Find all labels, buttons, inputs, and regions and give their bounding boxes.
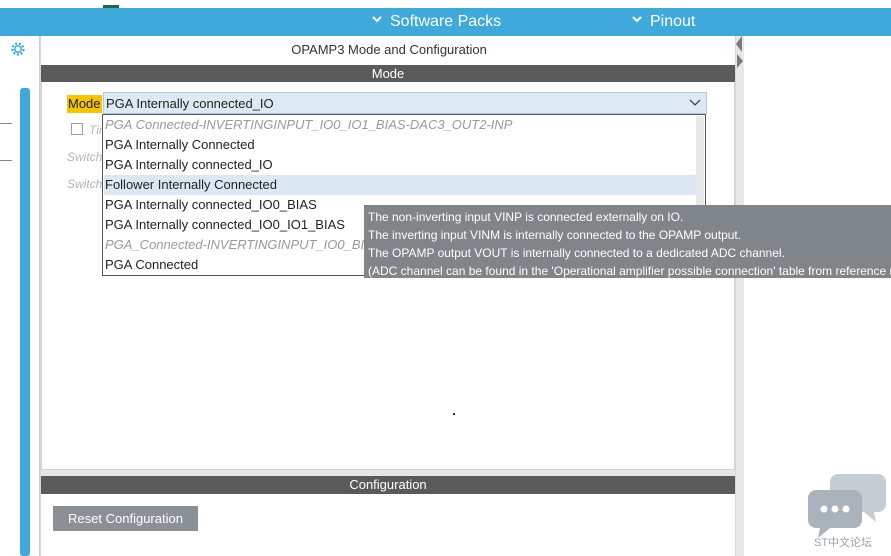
gear-icon[interactable] xyxy=(9,40,27,58)
mode-select[interactable]: PGA Internally connected_IO xyxy=(103,92,707,114)
dropdown-option[interactable]: PGA Internally connected_IO xyxy=(104,155,696,175)
menu-pinout[interactable]: Pinout xyxy=(632,8,695,36)
left-divider xyxy=(0,123,12,124)
dropdown-scrollbar[interactable] xyxy=(696,116,704,211)
dropdown-option[interactable]: PGA Internally Connected xyxy=(104,135,696,155)
mouse-cursor-dot xyxy=(453,413,455,415)
menu-software-packs-label: Software Packs xyxy=(390,13,502,30)
mode-label: Mode xyxy=(67,95,102,113)
reset-configuration-button[interactable]: Reset Configuration xyxy=(53,506,198,531)
top-menu-bar: Software Packs Pinout xyxy=(0,0,891,36)
collapse-left-icon[interactable] xyxy=(736,36,742,52)
hidden-checkbox[interactable] xyxy=(71,123,83,135)
menu-pinout-label: Pinout xyxy=(650,13,696,30)
dropdown-option: PGA Connected-INVERTINGINPUT_IO0_IO1_BIA… xyxy=(105,117,513,132)
pane-splitter[interactable] xyxy=(736,36,744,556)
configuration-section-header: Configuration xyxy=(41,476,735,494)
chevron-down-icon xyxy=(689,99,701,106)
tooltip-line: The inverting input VINM is internally c… xyxy=(368,228,742,242)
left-scrollbar[interactable] xyxy=(20,88,30,556)
mode-section-header: Mode xyxy=(41,65,735,82)
mode-select-value: PGA Internally connected_IO xyxy=(106,96,274,111)
watermark-text: ST中文论坛 xyxy=(814,537,873,549)
chevron-down-icon xyxy=(372,16,382,23)
hidden-switch-label: Switch xyxy=(67,150,103,164)
tooltip-line: The non-inverting input VINP is connecte… xyxy=(368,210,684,224)
chevron-down-icon xyxy=(632,16,642,23)
app-window: Software Packs Pinout OPAMP3 Mode and Co… xyxy=(0,0,891,556)
tooltip-line: The OPAMP output VOUT is internally conn… xyxy=(368,246,785,260)
menu-software-packs[interactable]: Software Packs xyxy=(372,8,501,36)
option-tooltip: The non-inverting input VINP is connecte… xyxy=(364,205,891,278)
panel-title: OPAMP3 Mode and Configuration xyxy=(291,42,487,57)
hidden-switch-label: Switch xyxy=(67,177,103,191)
dropdown-option[interactable]: Follower Internally Connected xyxy=(104,175,696,195)
tooltip-line: (ADC channel can be found in the 'Operat… xyxy=(368,264,891,278)
left-divider xyxy=(0,160,12,161)
expand-right-icon[interactable] xyxy=(737,54,743,68)
